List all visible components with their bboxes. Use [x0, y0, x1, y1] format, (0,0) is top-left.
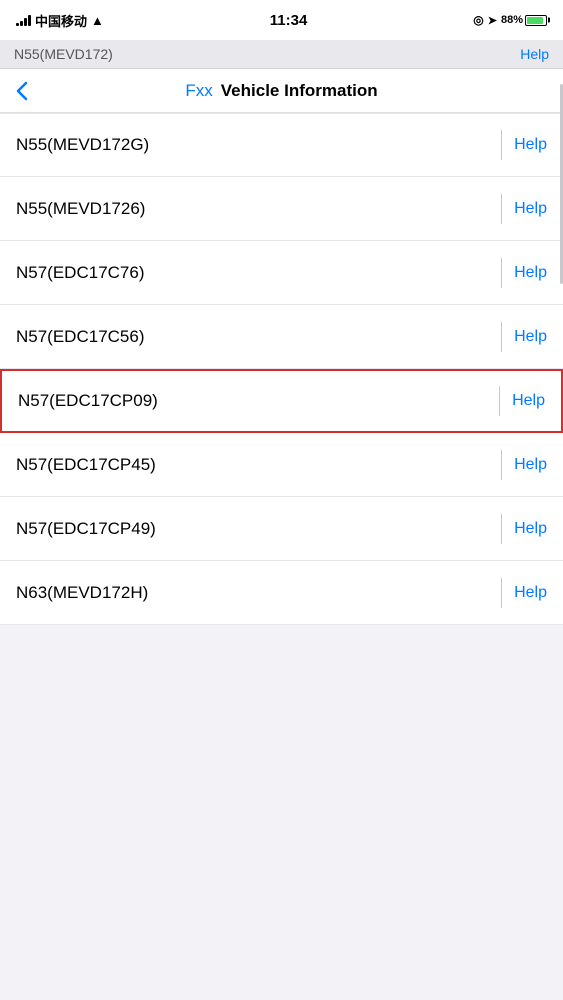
list-item[interactable]: N57(EDC17C56) Help — [0, 305, 563, 369]
list-item[interactable]: N57(EDC17CP45) Help — [0, 433, 563, 497]
item-divider — [501, 578, 502, 608]
item-label: N55(MEVD1726) — [16, 199, 501, 219]
wifi-icon: ▲ — [91, 13, 104, 28]
battery-fill — [527, 17, 543, 24]
battery-body — [525, 15, 547, 26]
item-divider — [501, 258, 502, 288]
item-label: N57(EDC17CP49) — [16, 519, 501, 539]
item-help-button[interactable]: Help — [514, 264, 547, 282]
list-item[interactable]: N63(MEVD172H) Help — [0, 561, 563, 625]
list-item[interactable]: N57(EDC17CP09) Help — [0, 369, 563, 433]
prev-help-label[interactable]: Help — [520, 46, 549, 62]
item-divider — [499, 386, 500, 416]
prev-screen-label: N55(MEVD172) — [14, 46, 113, 62]
item-label: N55(MEVD172G) — [16, 135, 501, 155]
arrow-icon: ➤ — [488, 14, 497, 27]
carrier-label: 中国移动 — [35, 11, 87, 30]
item-divider — [501, 514, 502, 544]
status-bar-time: 11:34 — [270, 12, 308, 29]
item-label: N63(MEVD172H) — [16, 583, 501, 603]
item-label: N57(EDC17CP09) — [18, 391, 499, 411]
item-divider — [501, 130, 502, 160]
signal-icon — [16, 14, 31, 26]
item-help-button[interactable]: Help — [512, 392, 545, 410]
item-help-button[interactable]: Help — [514, 456, 547, 474]
location-icon: ◎ — [473, 13, 483, 27]
list-item[interactable]: N55(MEVD1726) Help — [0, 177, 563, 241]
item-help-button[interactable]: Help — [514, 328, 547, 346]
nav-title-group: Fxx Vehicle Information — [0, 81, 563, 101]
list-container: N55(MEVD172G)HelpN55(MEVD1726)HelpN57(ED… — [0, 113, 563, 625]
nav-title: Vehicle Information — [221, 81, 378, 101]
item-divider — [501, 322, 502, 352]
list-item[interactable]: N57(EDC17C76) Help — [0, 241, 563, 305]
item-divider — [501, 194, 502, 224]
item-divider — [501, 450, 502, 480]
item-help-button[interactable]: Help — [514, 200, 547, 218]
item-label: N57(EDC17C56) — [16, 327, 501, 347]
back-button[interactable] — [16, 81, 28, 101]
nav-subtitle: Fxx — [185, 81, 212, 101]
status-bar: 中国移动 ▲ 11:34 ◎ ➤ 88% — [0, 0, 563, 40]
item-help-button[interactable]: Help — [514, 520, 547, 538]
list-item[interactable]: N57(EDC17CP49) Help — [0, 497, 563, 561]
battery-percent: 88% — [501, 14, 523, 26]
list-item[interactable]: N55(MEVD172G) Help — [0, 113, 563, 177]
status-bar-right: ◎ ➤ 88% — [473, 13, 547, 27]
item-help-button[interactable]: Help — [514, 136, 547, 154]
status-bar-left: 中国移动 ▲ — [16, 11, 104, 30]
item-label: N57(EDC17C76) — [16, 263, 501, 283]
item-label: N57(EDC17CP45) — [16, 455, 501, 475]
item-help-button[interactable]: Help — [514, 584, 547, 602]
nav-bar: Fxx Vehicle Information — [0, 69, 563, 113]
battery: 88% — [501, 14, 547, 26]
